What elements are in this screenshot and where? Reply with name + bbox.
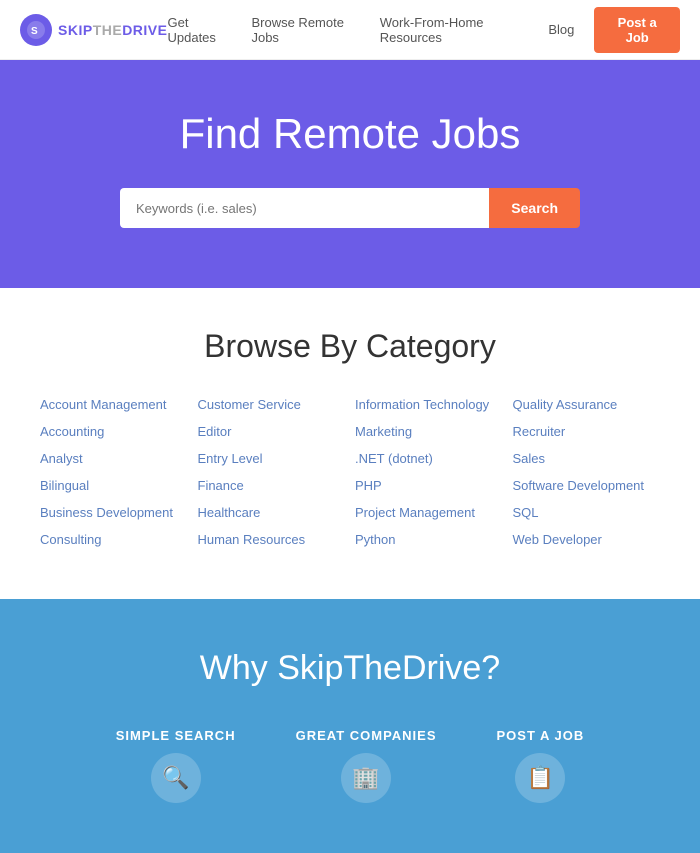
- why-item-icon: 🏢: [341, 753, 391, 803]
- category-link[interactable]: .NET (dotnet): [355, 449, 503, 468]
- why-item-title: GREAT COMPANIES: [296, 728, 437, 743]
- category-link[interactable]: Bilingual: [40, 476, 188, 495]
- svg-text:S: S: [31, 26, 38, 37]
- category-link[interactable]: Finance: [198, 476, 346, 495]
- category-link[interactable]: Quality Assurance: [513, 395, 661, 414]
- category-link[interactable]: Entry Level: [198, 449, 346, 468]
- why-grid: SIMPLE SEARCH 🔍 GREAT COMPANIES 🏢 POST A…: [20, 728, 680, 803]
- category-link[interactable]: Editor: [198, 422, 346, 441]
- nav-work-from-home[interactable]: Work-From-Home Resources: [380, 15, 529, 45]
- category-link[interactable]: Consulting: [40, 530, 188, 549]
- category-grid: Account Management Customer Service Inform…: [40, 395, 660, 549]
- why-item: GREAT COMPANIES 🏢: [296, 728, 437, 803]
- category-link[interactable]: Accounting: [40, 422, 188, 441]
- browse-section: Browse By Category Account Management Cus…: [0, 288, 700, 599]
- category-link[interactable]: SQL: [513, 503, 661, 522]
- hero-section: Find Remote Jobs Search: [0, 60, 700, 288]
- why-item-title: SIMPLE SEARCH: [116, 728, 236, 743]
- why-item-title: POST A JOB: [497, 728, 585, 743]
- why-section: Why SkipTheDrive? SIMPLE SEARCH 🔍 GREAT …: [0, 599, 700, 853]
- category-link[interactable]: Software Development: [513, 476, 661, 495]
- category-link[interactable]: Healthcare: [198, 503, 346, 522]
- category-link[interactable]: Analyst: [40, 449, 188, 468]
- category-link[interactable]: Project Management: [355, 503, 503, 522]
- logo-icon: S: [20, 14, 52, 46]
- search-button[interactable]: Search: [489, 188, 580, 228]
- post-job-button[interactable]: Post a Job: [594, 7, 680, 53]
- nav-browse-remote-jobs[interactable]: Browse Remote Jobs: [251, 15, 359, 45]
- category-link[interactable]: Information Technology: [355, 395, 503, 414]
- category-link[interactable]: Customer Service: [198, 395, 346, 414]
- category-link[interactable]: Sales: [513, 449, 661, 468]
- hero-title: Find Remote Jobs: [20, 110, 680, 158]
- why-item: SIMPLE SEARCH 🔍: [116, 728, 236, 803]
- category-link[interactable]: Account Management: [40, 395, 188, 414]
- category-link[interactable]: Marketing: [355, 422, 503, 441]
- nav-blog[interactable]: Blog: [548, 22, 574, 37]
- search-bar: Search: [120, 188, 580, 228]
- main-nav: Get Updates Browse Remote Jobs Work-From…: [167, 7, 680, 53]
- logo[interactable]: S SKIPTHEDRIVE: [20, 14, 167, 46]
- nav-get-updates[interactable]: Get Updates: [167, 15, 231, 45]
- category-link[interactable]: Human Resources: [198, 530, 346, 549]
- header: S SKIPTHEDRIVE Get Updates Browse Remote…: [0, 0, 700, 60]
- category-link[interactable]: Python: [355, 530, 503, 549]
- browse-heading: Browse By Category: [40, 328, 660, 365]
- category-link[interactable]: Recruiter: [513, 422, 661, 441]
- search-input[interactable]: [120, 188, 489, 228]
- why-item-icon: 📋: [515, 753, 565, 803]
- why-heading: Why SkipTheDrive?: [20, 649, 680, 688]
- logo-text: SKIPTHEDRIVE: [58, 22, 167, 38]
- why-item: POST A JOB 📋: [497, 728, 585, 803]
- category-link[interactable]: Business Development: [40, 503, 188, 522]
- why-item-icon: 🔍: [151, 753, 201, 803]
- category-link[interactable]: Web Developer: [513, 530, 661, 549]
- category-link[interactable]: PHP: [355, 476, 503, 495]
